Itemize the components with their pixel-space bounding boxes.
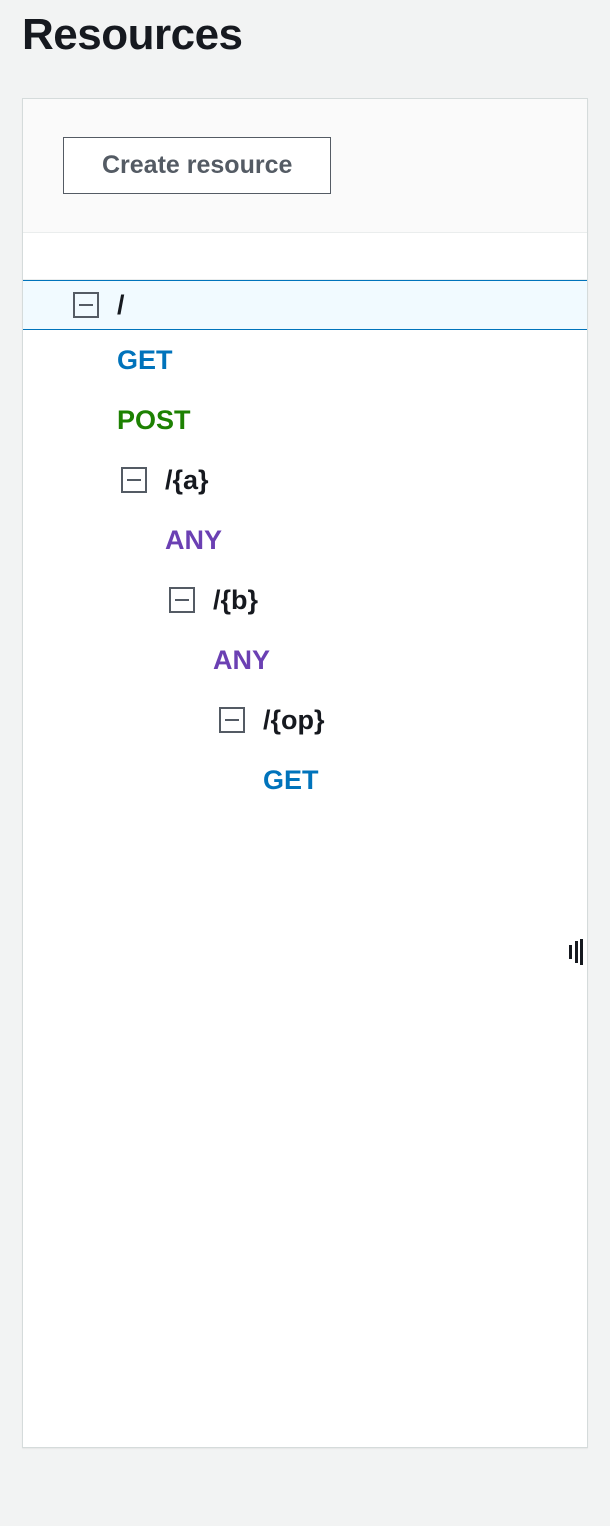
panel-spacer <box>23 233 587 279</box>
method-label: GET <box>263 765 319 796</box>
resources-panel: Create resource / GET POST /{a} ANY /{b} <box>22 98 588 1448</box>
collapse-icon[interactable] <box>219 707 245 733</box>
resource-tree: / GET POST /{a} ANY /{b} ANY /{op} <box>23 279 587 810</box>
page-title: Resources <box>0 0 610 60</box>
tree-method-get[interactable]: GET <box>23 750 587 810</box>
tree-method-any[interactable]: ANY <box>23 510 587 570</box>
method-label: POST <box>117 405 191 436</box>
tree-method-post[interactable]: POST <box>23 390 587 450</box>
tree-node-a[interactable]: /{a} <box>23 450 587 510</box>
collapse-icon[interactable] <box>169 587 195 613</box>
tree-node-label: /{op} <box>263 705 325 736</box>
tree-node-b[interactable]: /{b} <box>23 570 587 630</box>
tree-node-label: /{b} <box>213 585 258 616</box>
tree-node-label: /{a} <box>165 465 209 496</box>
create-resource-button[interactable]: Create resource <box>63 137 331 194</box>
collapse-icon[interactable] <box>121 467 147 493</box>
method-label: GET <box>117 345 173 376</box>
collapse-icon[interactable] <box>73 292 99 318</box>
tree-method-any[interactable]: ANY <box>23 630 587 690</box>
resize-handle-icon[interactable] <box>569 939 583 965</box>
tree-node-label: / <box>117 290 125 321</box>
method-label: ANY <box>165 525 222 556</box>
tree-node-root[interactable]: / <box>23 280 587 330</box>
tree-method-get[interactable]: GET <box>23 330 587 390</box>
tree-node-op[interactable]: /{op} <box>23 690 587 750</box>
panel-header: Create resource <box>23 99 587 233</box>
method-label: ANY <box>213 645 270 676</box>
